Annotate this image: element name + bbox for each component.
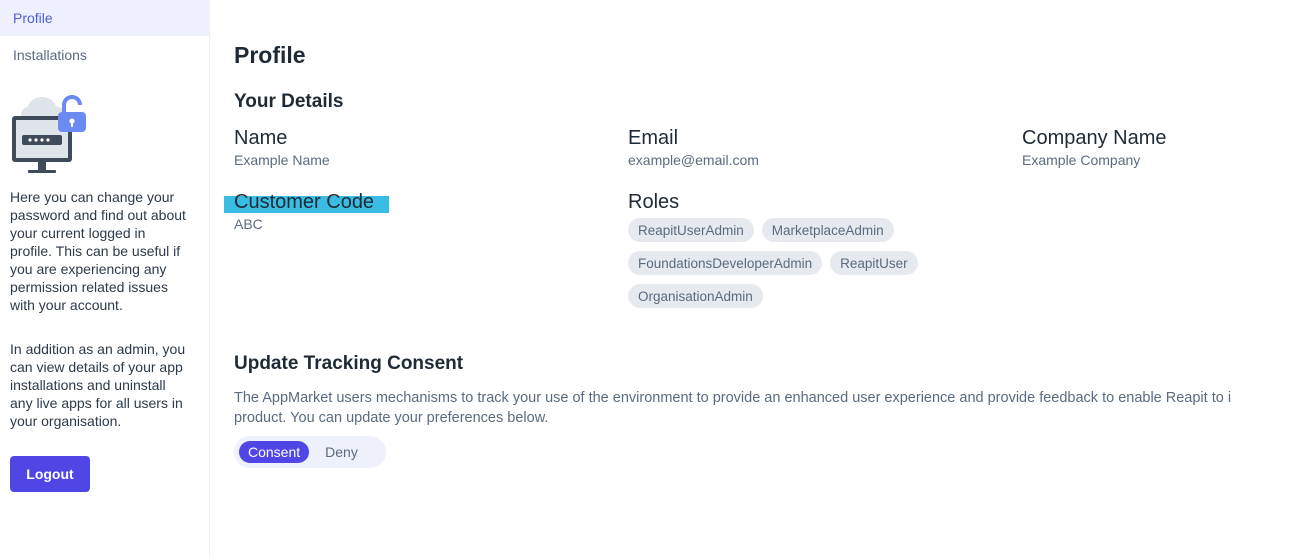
email-label: Email [628,127,679,149]
company-name-field: Company Name Example Company [1022,126,1167,169]
roles-label: Roles [628,191,680,213]
company-name-label: Company Name [1022,127,1167,149]
customer-code-label: Customer Code [234,191,375,213]
consent-toggle: Consent Deny [234,436,386,468]
roles-field: Roles [628,190,679,214]
role-chip: ReapitUserAdmin [628,218,754,242]
deny-option[interactable]: Deny [309,441,374,463]
name-field: Name Example Name [234,126,330,169]
monitor-lock-icon [10,92,90,178]
name-label: Name [234,127,288,149]
email-field: Email example@email.com [628,126,759,169]
roles-row: OrganisationAdmin [628,284,948,308]
roles-list: ReapitUserAdmin MarketplaceAdmin Foundat… [628,218,948,317]
consent-text-line: The AppMarket users mechanisms to track … [234,390,1232,406]
role-chip: FoundationsDeveloperAdmin [628,251,823,275]
customer-code-field: Customer Code ABC [234,190,374,233]
app-root: Profile Installations Here you can chang… [0,0,1313,557]
name-value: Example Name [234,152,330,168]
sidebar-item-profile[interactable]: Profile [0,0,209,36]
logout-button[interactable]: Logout [10,456,90,492]
your-details-heading: Your Details [234,91,344,112]
sidebar-admin-text: In addition as an admin, you can view de… [10,341,186,429]
roles-row: ReapitUserAdmin MarketplaceAdmin [628,218,948,242]
main-content: Profile Your Details Name Example Name E… [224,0,1313,557]
consent-text-line: product. You can update your preferences… [234,410,549,426]
sidebar-item-installations[interactable]: Installations [0,37,209,73]
roles-row: FoundationsDeveloperAdmin ReapitUser [628,251,948,275]
consent-option[interactable]: Consent [239,441,310,463]
role-chip: OrganisationAdmin [628,284,763,308]
tracking-consent-heading: Update Tracking Consent [234,353,464,374]
sidebar: Profile Installations Here you can chang… [0,0,210,557]
company-name-value: Example Company [1022,152,1141,168]
tracking-consent-description: The AppMarket users mechanisms to track … [234,388,1313,428]
customer-code-value: ABC [234,216,263,232]
page-title: Profile [234,42,306,68]
sidebar-help-text: Here you can change your password and fi… [10,189,186,313]
role-chip: ReapitUser [830,251,918,275]
email-value: example@email.com [628,152,759,168]
role-chip: MarketplaceAdmin [761,218,894,242]
